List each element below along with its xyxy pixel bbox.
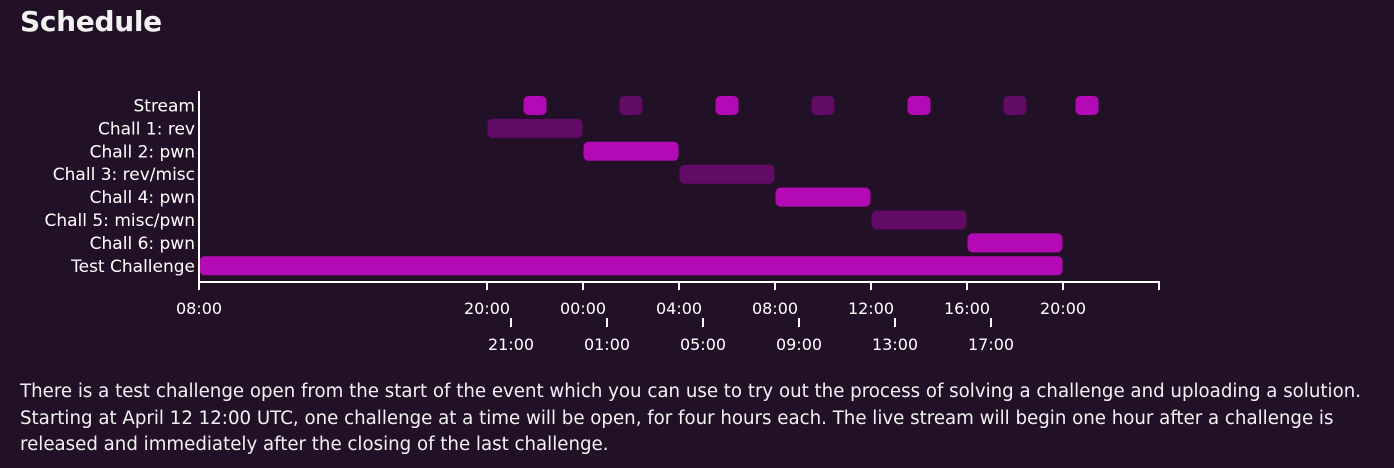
gantt-bar	[583, 141, 679, 161]
x-tick-label-top: 08:00	[176, 299, 222, 318]
x-tick-label-bottom: 21:00	[488, 335, 534, 354]
x-tick-label-top: 20:00	[1040, 299, 1086, 318]
row-label: Stream	[133, 97, 195, 117]
row-label: Test Challenge	[70, 257, 195, 277]
row-label: Chall 1: rev	[98, 119, 195, 139]
gantt-bar	[907, 96, 931, 115]
row-label: Chall 6: pwn	[90, 234, 195, 254]
schedule-chart: StreamChall 1: rev Chall 2: pwn Chall 3: r…	[44, 91, 1160, 354]
row-label: Chall 3: rev/misc	[53, 165, 195, 185]
x-tick-label-top: 12:00	[848, 299, 894, 318]
row-label: Chall 4: pwn	[90, 188, 195, 208]
x-tick-label-bottom: 17:00	[968, 335, 1014, 354]
gantt-bar	[1075, 96, 1099, 115]
gantt-bar	[619, 96, 643, 115]
gantt-bar	[199, 256, 1063, 276]
x-tick-label-bottom: 05:00	[680, 335, 726, 354]
gantt-bar	[967, 233, 1063, 253]
x-tick-label-top: 08:00	[752, 299, 798, 318]
schedule-description: There is a test challenge open from the …	[20, 381, 1361, 455]
x-tick-label-bottom: 13:00	[872, 335, 918, 354]
gantt-bar	[679, 164, 775, 184]
x-tick-label-top: 20:00	[464, 299, 510, 318]
gantt-bar	[871, 210, 967, 230]
x-tick-label-bottom: 09:00	[776, 335, 822, 354]
gantt-bar	[811, 96, 835, 115]
gantt-bar	[487, 118, 583, 138]
x-tick-label-top: 04:00	[656, 299, 702, 318]
gantt-bar	[523, 96, 547, 115]
x-tick-label-bottom: 01:00	[584, 335, 630, 354]
gantt-bar	[775, 187, 871, 207]
x-tick-label-top: 00:00	[560, 299, 606, 318]
row-label: Chall 5: misc/pwn	[44, 211, 195, 231]
gantt-bar	[1003, 96, 1027, 115]
x-tick-label-top: 16:00	[944, 299, 990, 318]
gantt-bar	[715, 96, 739, 115]
row-label: Chall 2: pwn	[90, 142, 195, 162]
